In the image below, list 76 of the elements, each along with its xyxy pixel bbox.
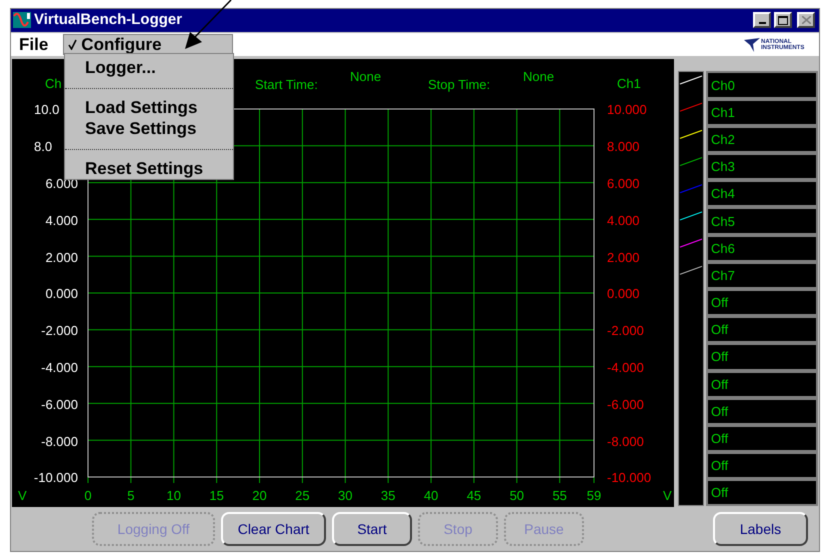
app-icon [13,12,31,28]
axis-label: 0.000 [45,286,78,302]
window-title: VirtualBench-Logger [34,10,184,30]
channel-label-box[interactable]: Off [706,370,818,398]
axis-label: -2.000 [41,323,78,338]
axis-label: 55 [552,488,567,504]
axis-label: 50 [510,488,524,504]
axis-label: 45 [466,488,482,504]
channel-label-box[interactable]: Off [706,479,818,506]
menu-item[interactable]: File [11,34,56,56]
axis-label: 2.000 [607,250,640,265]
axis-label: 10 [166,488,181,504]
channel-label: Ch1 [617,76,641,92]
axis-label: -2.000 [607,323,644,338]
channel-label-box[interactable]: Off [706,424,818,452]
channel-label-box[interactable]: Off [706,398,818,425]
axis-label: 8.0 [34,139,52,154]
channel-label-box[interactable]: Off [706,452,818,480]
channel-label-box[interactable]: Ch2 [706,126,818,154]
axis-label: -6.000 [41,396,78,412]
action-button[interactable]: Clear Chart [221,512,326,546]
axis-label: -8.000 [607,434,644,449]
axis-label: -6.000 [607,396,644,412]
channel-label-box[interactable]: Ch5 [706,207,818,235]
dropdown-item[interactable]: Reset Settings [65,158,233,179]
dropdown-item[interactable]: Save Settings [65,118,233,139]
channel-label-box[interactable]: Ch7 [706,262,818,289]
axis-label: -8.000 [41,434,78,449]
axis-label: 35 [380,488,396,504]
axis-label: -4.000 [41,360,78,376]
channel-label: Ch [45,76,62,92]
axis-label: 15 [209,488,224,504]
unit-label: V [18,488,27,504]
pointer-arrow [185,0,232,49]
check-icon [68,39,78,50]
axis-label: 20 [252,488,267,504]
start-time-value: None [350,69,382,84]
axis-label: 4.000 [607,212,640,228]
maximize-button[interactable] [774,12,792,28]
channel-label-box[interactable]: Ch1 [706,98,818,126]
axis-label: 5 [127,488,134,504]
axis-label: -10.000 [607,470,652,486]
dropdown-item[interactable]: Logger... [65,57,233,78]
maximize-icon [778,16,788,25]
axis-label: 10.000 [607,102,647,118]
logo-icon [744,38,760,52]
axis-label: 0.000 [607,286,640,302]
channel-label-box[interactable]: Off [706,288,818,316]
minimize-button[interactable] [753,12,771,28]
channel-label-box[interactable]: Ch0 [706,71,818,99]
axis-label: 2.000 [45,250,78,265]
channel-label-box[interactable]: Off [706,316,818,344]
axis-label: 10.0 [34,102,60,118]
axis-label: 0 [84,488,92,504]
unit-label: V [663,488,672,504]
axis-label: 4.000 [45,212,78,228]
stop-time-value: None [523,69,554,84]
start-time-label: Start Time: [255,77,318,92]
axis-label: 30 [338,488,353,504]
channel-label-box[interactable]: Ch3 [706,153,818,180]
stop-time-label: Stop Time: [428,77,490,92]
axis-label: -10.000 [34,470,78,486]
axis-label: -4.000 [607,360,644,376]
axis-label: 40 [424,488,438,504]
channel-label-box[interactable]: Ch6 [706,234,818,262]
dropdown-item[interactable]: Load Settings [65,97,233,118]
channel-label-box[interactable]: Off [706,343,818,371]
minimize-icon [758,22,766,24]
action-button[interactable]: Start [332,512,412,546]
action-button[interactable]: Labels [713,512,808,546]
close-icon [802,16,810,24]
axis-label: 6.000 [607,176,640,192]
axis-label: 8.000 [607,139,640,154]
channel-label-box[interactable]: Ch4 [706,180,818,208]
axis-label: 59 [586,488,602,504]
axis-label: 25 [295,488,310,504]
